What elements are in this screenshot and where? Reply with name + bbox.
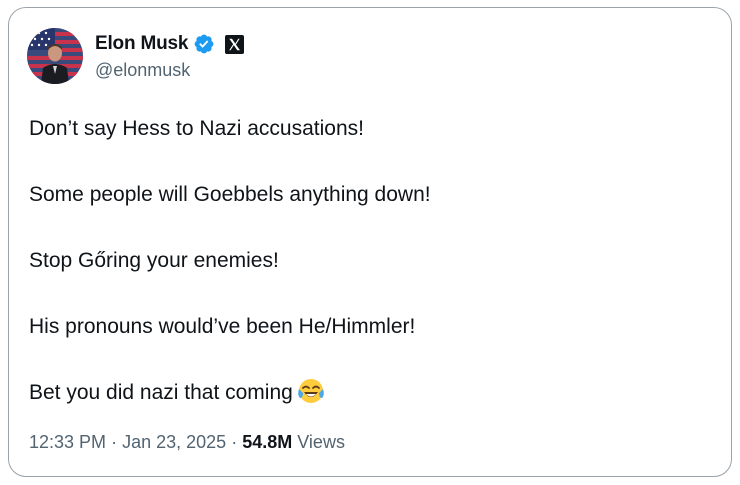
tears-of-joy-emoji-icon	[297, 377, 325, 405]
meta-separator: ·	[231, 432, 238, 452]
avatar[interactable]	[27, 28, 83, 84]
tweet-header: Elon Musk @elonmusk	[27, 28, 245, 84]
tweet-line-3: Stop Gőring your enemies!	[29, 249, 279, 272]
meta-separator: ·	[111, 432, 118, 452]
line-break	[29, 211, 719, 244]
handle[interactable]: @elonmusk	[95, 60, 244, 81]
line-break	[29, 145, 719, 178]
verified-badge-icon[interactable]	[193, 33, 215, 55]
line-break	[29, 343, 719, 376]
x-logo-icon[interactable]	[225, 34, 245, 54]
views-count[interactable]: 54.8M	[242, 432, 292, 452]
tweet-date[interactable]: Jan 23, 2025	[122, 432, 226, 452]
tweet-meta: 12:33 PM · Jan 23, 2025 · 54.8M Views	[29, 432, 345, 453]
tweet-line-5-row: Bet you did nazi that coming	[29, 376, 719, 409]
line-break	[29, 277, 719, 310]
author-names: Elon Musk @elonmusk	[95, 31, 245, 81]
tweet-time[interactable]: 12:33 PM	[29, 432, 106, 452]
views-label[interactable]: Views	[297, 432, 345, 452]
tweet-line-4: His pronouns would’ve been He/Himmler!	[29, 315, 416, 338]
display-name[interactable]: Elon Musk	[95, 33, 188, 55]
name-row: Elon Musk	[95, 31, 245, 57]
tweet-line-5: Bet you did nazi that coming	[29, 381, 293, 404]
tweet-line-2: Some people will Goebbels anything down!	[29, 183, 431, 206]
tweet-text: Don’t say Hess to Nazi accusations! Some…	[29, 112, 719, 409]
tweet-line-1: Don’t say Hess to Nazi accusations!	[29, 117, 364, 140]
tweet-card[interactable]: Elon Musk @elonmusk Don’t say Hess to Na…	[8, 7, 732, 477]
